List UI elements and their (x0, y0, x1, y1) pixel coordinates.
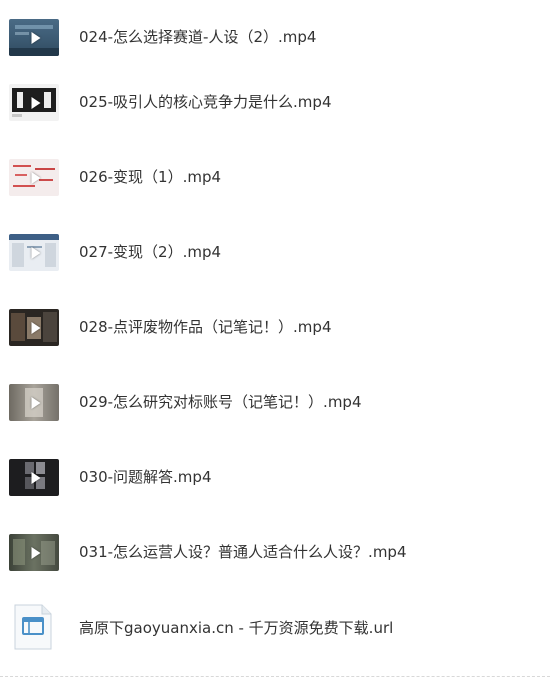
file-item-024[interactable]: 024-怎么选择赛道-人设（2）.mp4 (0, 0, 550, 75)
file-name[interactable]: 028-点评废物作品（记笔记！）.mp4 (79, 317, 332, 337)
file-name[interactable]: 026-变现（1）.mp4 (79, 167, 221, 187)
file-item-url[interactable]: 高原下gaoyuanxia.cn - 千万资源免费下载.url (0, 590, 550, 676)
file-item-027[interactable]: 027-变现（2）.mp4 (0, 215, 550, 290)
file-item-028[interactable]: 028-点评废物作品（记笔记！）.mp4 (0, 290, 550, 365)
list-bottom-divider (0, 676, 550, 677)
play-icon (31, 546, 41, 559)
play-icon (31, 396, 41, 409)
video-thumbnail-icon (9, 84, 59, 121)
file-name[interactable]: 027-变现（2）.mp4 (79, 242, 221, 262)
file-name[interactable]: 029-怎么研究对标账号（记笔记！）.mp4 (79, 392, 362, 412)
play-icon (31, 171, 41, 184)
file-item-029[interactable]: 029-怎么研究对标账号（记笔记！）.mp4 (0, 365, 550, 440)
url-file-icon (14, 604, 52, 650)
file-list: 024-怎么选择赛道-人设（2）.mp4 025-吸引人的核心竞争力是什么.mp… (0, 0, 550, 684)
play-icon (31, 321, 41, 334)
play-icon (31, 31, 41, 44)
file-name[interactable]: 025-吸引人的核心竞争力是什么.mp4 (79, 92, 332, 112)
file-name[interactable]: 高原下gaoyuanxia.cn - 千万资源免费下载.url (79, 618, 393, 638)
video-thumbnail-icon (9, 459, 59, 496)
video-thumbnail-icon (9, 309, 59, 346)
play-icon (31, 96, 41, 109)
video-thumbnail-icon (9, 534, 59, 571)
play-icon (31, 246, 41, 259)
file-item-026[interactable]: 026-变现（1）.mp4 (0, 140, 550, 215)
video-thumbnail-icon (9, 159, 59, 196)
file-item-031[interactable]: 031-怎么运营人设？普通人适合什么人设？.mp4 (0, 515, 550, 590)
video-thumbnail-icon (9, 234, 59, 271)
file-item-025[interactable]: 025-吸引人的核心竞争力是什么.mp4 (0, 65, 550, 140)
video-thumbnail-icon (9, 384, 59, 421)
file-name[interactable]: 030-问题解答.mp4 (79, 467, 212, 487)
play-icon (31, 471, 41, 484)
video-thumbnail-icon (9, 19, 59, 56)
file-item-030[interactable]: 030-问题解答.mp4 (0, 440, 550, 515)
file-name[interactable]: 024-怎么选择赛道-人设（2）.mp4 (79, 27, 316, 47)
file-name[interactable]: 031-怎么运营人设？普通人适合什么人设？.mp4 (79, 542, 407, 562)
